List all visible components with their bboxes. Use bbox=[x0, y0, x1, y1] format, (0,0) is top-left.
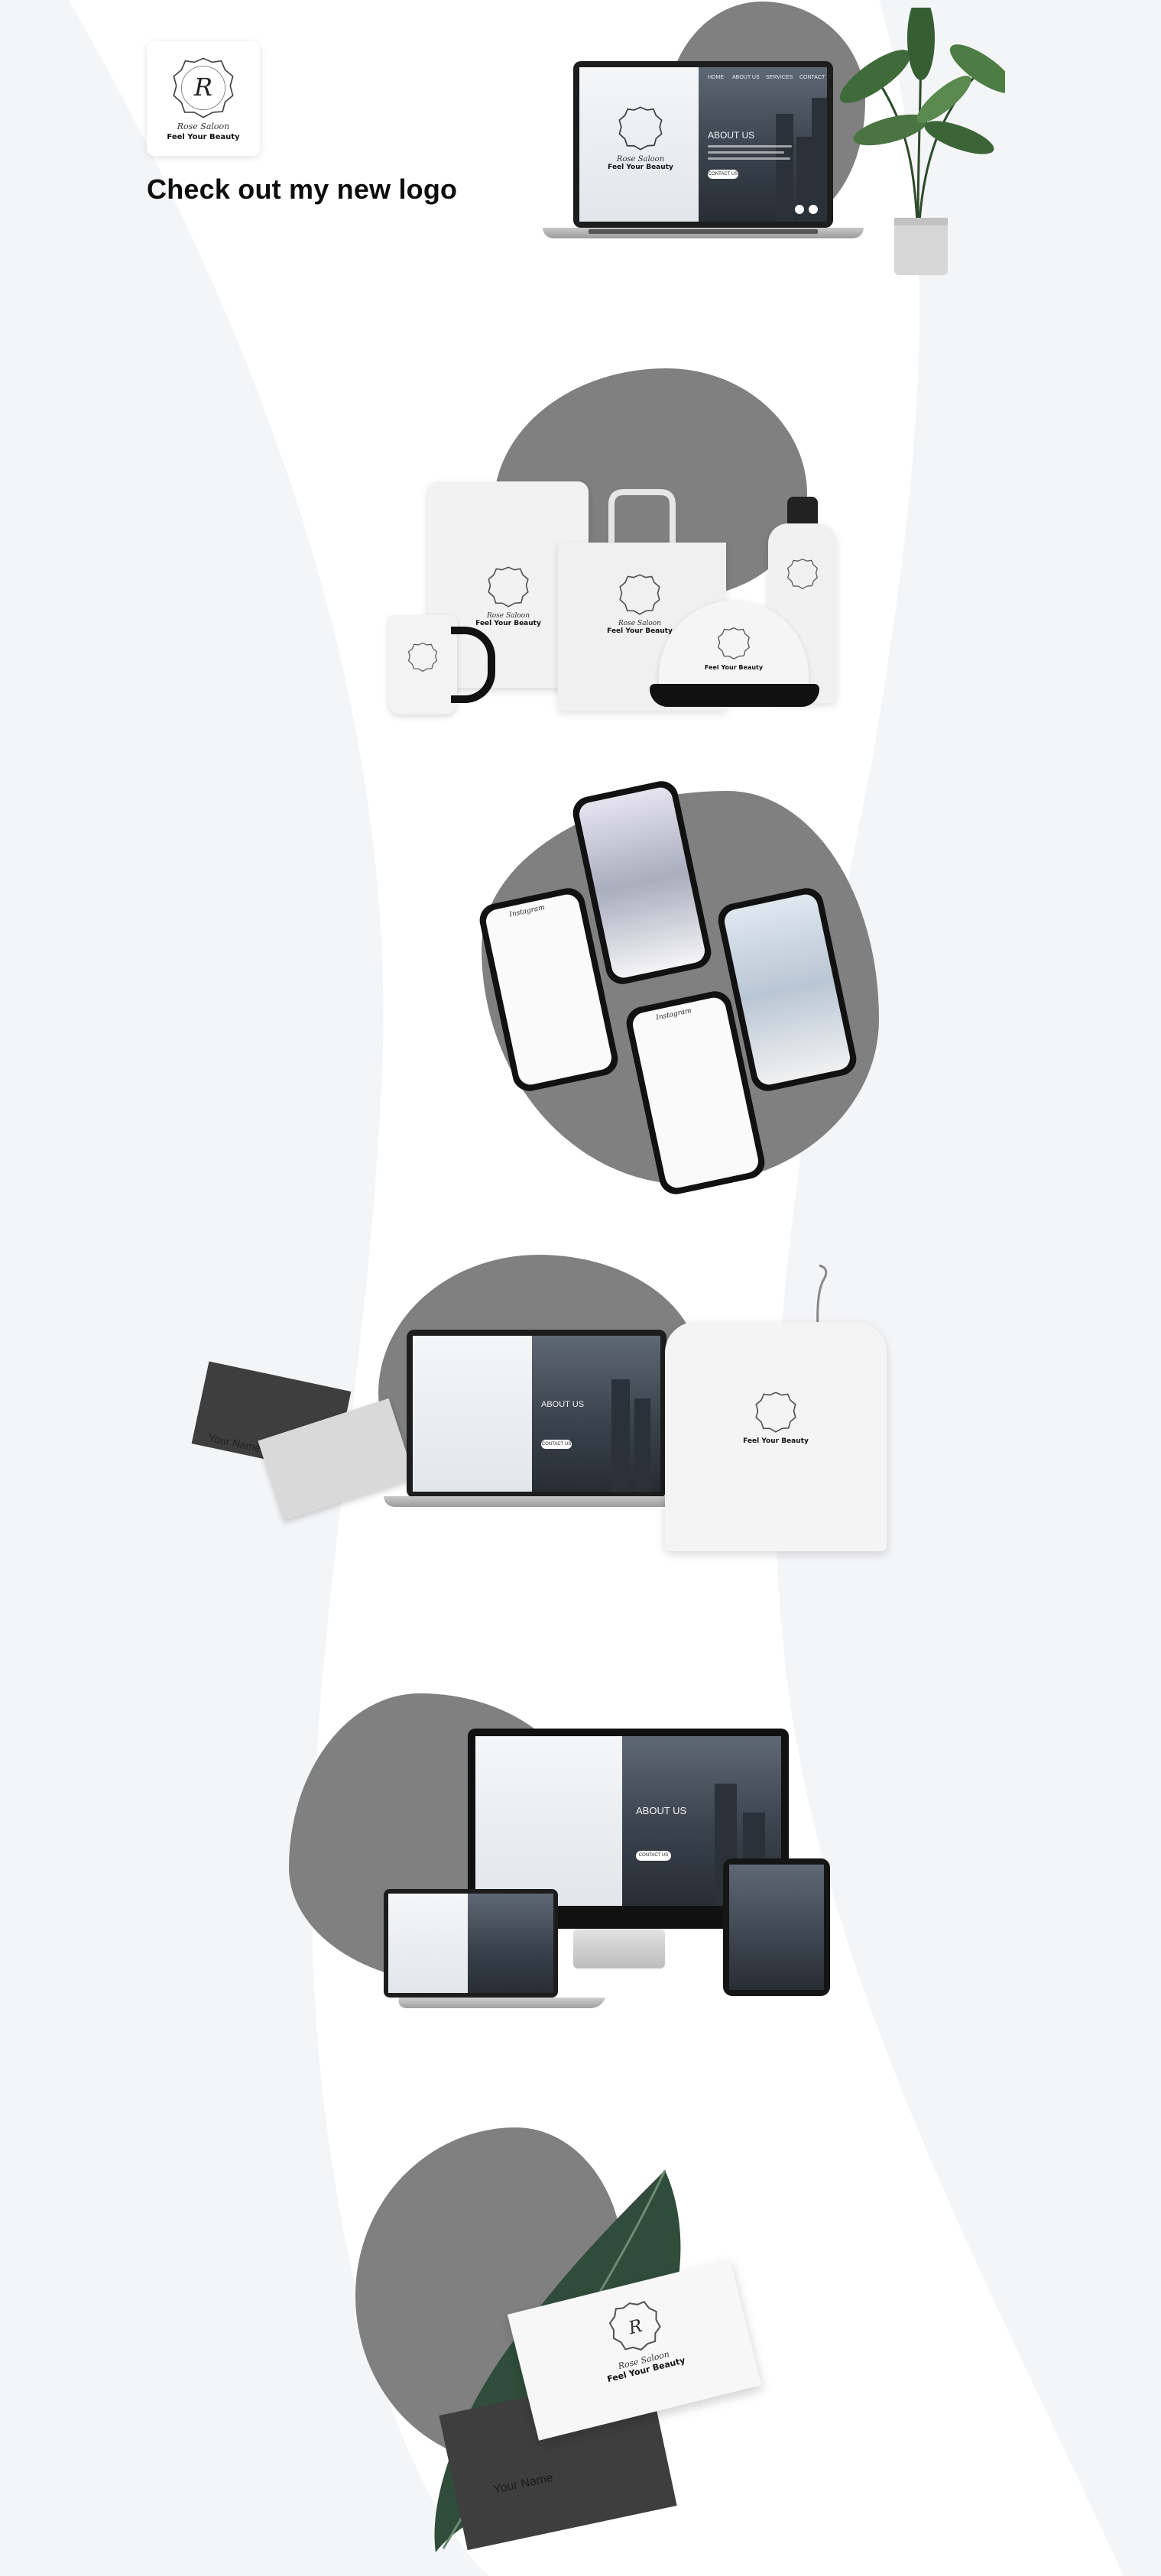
logo-emblem-icon: R bbox=[173, 57, 234, 118]
laptop-base bbox=[384, 1496, 689, 1507]
contact-us-button[interactable]: CONTACT US bbox=[708, 170, 738, 179]
tshirt-logo: Rose Saloon Feel Your Beauty bbox=[466, 565, 550, 627]
brand-tagline: Feel Your Beauty bbox=[167, 133, 240, 141]
logo-emblem-icon bbox=[786, 558, 819, 590]
mockup-laptop-cards-tshirt: Your Name ABOUT US CONTACT US Feel Your … bbox=[176, 1253, 978, 1620]
small-laptop-base bbox=[395, 1998, 606, 2008]
tablet-screen bbox=[729, 1865, 824, 1990]
mockup-leaf-business-cards: Your Name R Rose Saloon Feel Your Beauty bbox=[352, 2117, 762, 2568]
small-laptop-screen bbox=[388, 1894, 553, 1993]
cap-brim bbox=[650, 684, 819, 707]
logo-emblem-icon bbox=[407, 642, 438, 672]
screen-hero-left bbox=[475, 1736, 622, 1906]
cap-brand-tagline: Feel Your Beauty bbox=[704, 664, 764, 671]
monitor-stand bbox=[573, 1929, 665, 1968]
screen-brand-name: Rose Saloon bbox=[616, 155, 665, 164]
laptop-screen: Rose Saloon Feel Your Beauty HOME ABOUT … bbox=[579, 67, 827, 222]
nav-contact[interactable]: CONTACT bbox=[799, 75, 825, 80]
tshirt-logo: Feel Your Beauty bbox=[734, 1391, 818, 1445]
facebook-icon[interactable] bbox=[795, 205, 804, 214]
cap-logo: Feel Your Beauty bbox=[692, 627, 776, 671]
mockup-responsive-devices: ABOUT US CONTACT US bbox=[283, 1689, 841, 2056]
tshirt-brand-tagline: Feel Your Beauty bbox=[475, 620, 541, 627]
contact-us-button[interactable]: CONTACT US bbox=[636, 1851, 671, 1861]
screen-brand-tagline: Feel Your Beauty bbox=[608, 164, 673, 171]
laptop-keyboard bbox=[589, 229, 818, 234]
logo-badge: R Rose Saloon Feel Your Beauty bbox=[147, 41, 260, 156]
screen-hero-right bbox=[531, 1336, 660, 1492]
nav-home[interactable]: HOME bbox=[708, 75, 724, 80]
tote-logo: Rose Saloon Feel Your Beauty bbox=[598, 573, 682, 635]
laptop-screen: ABOUT US CONTACT US bbox=[413, 1336, 660, 1492]
about-title: ABOUT US bbox=[636, 1805, 687, 1816]
screen-hero-right bbox=[698, 67, 827, 222]
instagram-title: Instagram bbox=[508, 903, 546, 919]
logo-emblem-icon bbox=[755, 1392, 796, 1433]
mockup-merchandise: Rose Saloon Feel Your Beauty Rose Saloon… bbox=[382, 359, 871, 741]
logo-emblem-icon bbox=[718, 627, 750, 659]
instagram-title: Instagram bbox=[655, 1006, 692, 1022]
tote-brand-tagline: Feel Your Beauty bbox=[607, 627, 673, 635]
page-headline: Check out my new logo bbox=[147, 173, 458, 205]
logo-emblem-icon bbox=[488, 566, 529, 608]
tote-brand-name: Rose Saloon bbox=[618, 620, 662, 627]
tshirt-brand-tagline: Feel Your Beauty bbox=[743, 1437, 809, 1445]
about-title: ABOUT US bbox=[541, 1400, 585, 1409]
mockup-phones: Instagram Instagram bbox=[474, 778, 887, 1207]
about-title: ABOUT US bbox=[708, 130, 755, 141]
screen-hero-right bbox=[467, 1894, 553, 1993]
mug-logo bbox=[396, 642, 449, 676]
logo-initial: R bbox=[193, 73, 212, 102]
contact-us-button[interactable]: CONTACT US bbox=[541, 1440, 572, 1449]
logo-initial: R bbox=[626, 2316, 644, 2339]
logo-emblem-icon: R bbox=[608, 2300, 661, 2351]
screen-logo: Rose Saloon Feel Your Beauty bbox=[595, 105, 686, 171]
brand-name: Rose Saloon bbox=[177, 122, 230, 131]
tshirt-brand-name: Rose Saloon bbox=[486, 612, 530, 620]
water-bottle-cap bbox=[787, 497, 818, 527]
nav-services[interactable]: SERVICES bbox=[766, 75, 793, 80]
logo-emblem-icon bbox=[619, 574, 660, 615]
tote-bag-handle-icon bbox=[608, 489, 676, 550]
logo-emblem-icon bbox=[618, 106, 663, 151]
mug-handle bbox=[451, 627, 495, 703]
bottle-logo bbox=[776, 558, 829, 594]
plant-icon bbox=[839, 8, 1005, 275]
screen-hero-left bbox=[413, 1336, 532, 1492]
twitter-icon[interactable] bbox=[809, 205, 818, 214]
mockup-laptop-website: Rose Saloon Feel Your Beauty HOME ABOUT … bbox=[535, 0, 1009, 283]
nav-about[interactable]: ABOUT US bbox=[732, 75, 760, 80]
screen-hero-left bbox=[388, 1894, 468, 1993]
